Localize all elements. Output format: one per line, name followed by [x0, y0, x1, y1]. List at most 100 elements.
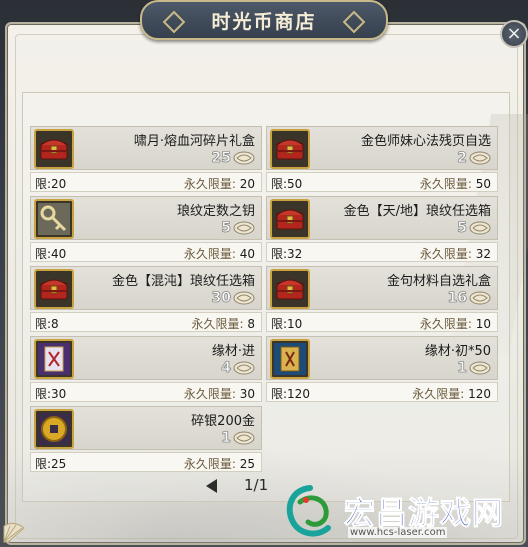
- item-header: 金色【天/地】琅纹任选箱 5: [266, 196, 498, 240]
- key-icon[interactable]: [34, 199, 74, 239]
- red-chest-icon[interactable]: [270, 129, 310, 169]
- time-coin-icon: [469, 220, 491, 236]
- permanent-limit-value: 32: [475, 247, 491, 261]
- item-name: 碎银200金: [191, 414, 255, 429]
- item-permanent-limit: 永久限量: 50: [420, 175, 491, 192]
- item-permanent-limit: 永久限量: 8: [191, 315, 255, 332]
- permanent-limit-value: 40: [239, 247, 255, 261]
- page-title: 时光币商店: [211, 10, 317, 33]
- item-price: 30: [211, 290, 231, 307]
- item-limit: 限:50: [271, 177, 303, 191]
- item-permanent-limit: 永久限量: 10: [420, 315, 491, 332]
- time-coin-icon: [233, 290, 255, 306]
- item-header: 缘材·进 4: [30, 336, 262, 380]
- item-header: 金色师妹心法残页自选 2: [266, 126, 498, 170]
- purple-scroll-icon[interactable]: [34, 339, 74, 379]
- item-limit: 限:40: [35, 247, 67, 261]
- red-chest-icon[interactable]: [270, 269, 310, 309]
- close-button[interactable]: ×: [500, 20, 528, 48]
- time-coin-icon: [233, 360, 255, 376]
- item-limit: 限:25: [35, 457, 67, 471]
- permanent-limit-value: 25: [239, 457, 255, 471]
- blue-scroll-icon[interactable]: [270, 339, 310, 379]
- prev-arrow-icon[interactable]: [206, 479, 217, 493]
- item-header: 缘材·初*50 1: [266, 336, 498, 380]
- permanent-limit-value: 20: [239, 177, 255, 191]
- shop-item-card[interactable]: 金色【混沌】琅纹任选箱 30 限:8 永久限量: 8: [30, 266, 262, 332]
- permanent-limit-label: 永久限量:: [183, 247, 236, 261]
- item-price: 1: [221, 430, 231, 447]
- time-coin-icon: [233, 220, 255, 236]
- shop-item-card[interactable]: 金色【天/地】琅纹任选箱 5 限:32 永久限量: 32: [266, 196, 498, 262]
- item-price: 5: [221, 220, 231, 237]
- item-permanent-limit: 永久限量: 120: [412, 385, 491, 402]
- title-plaque: 时光币商店: [140, 0, 388, 40]
- item-name: 缘材·初*50: [424, 344, 491, 359]
- permanent-limit-value: 50: [475, 177, 491, 191]
- item-price: 1: [457, 360, 467, 377]
- item-limits: 限:32 永久限量: 32: [266, 242, 498, 262]
- time-coin-icon: [233, 150, 255, 166]
- page-indicator: 1/1: [244, 476, 269, 494]
- item-header: 啸月·熔血河碎片礼盒 25: [30, 126, 262, 170]
- permanent-limit-value: 120: [468, 387, 491, 401]
- item-header: 琅纹定数之钥 5: [30, 196, 262, 240]
- item-price: 5: [457, 220, 467, 237]
- item-limits: 限:50 永久限量: 50: [266, 172, 498, 192]
- permanent-limit-label: 永久限量:: [191, 317, 244, 331]
- item-limit: 限:30: [35, 387, 67, 401]
- item-permanent-limit: 永久限量: 40: [184, 245, 255, 262]
- item-name: 啸月·熔血河碎片礼盒: [133, 134, 255, 149]
- gold-coin-icon[interactable]: [34, 409, 74, 449]
- shop-item-card[interactable]: 缘材·进 4 限:30 永久限量: 30: [30, 336, 262, 402]
- shop-item-card[interactable]: 啸月·熔血河碎片礼盒 25 限:20 永久限量: 20: [30, 126, 262, 192]
- item-name: 金句材料自选礼盒: [386, 274, 491, 289]
- permanent-limit-label: 永久限量:: [183, 457, 236, 471]
- shop-item-card[interactable]: 碎银200金 1 限:25 永久限量: 25: [30, 406, 262, 472]
- item-name: 缘材·进: [211, 344, 255, 359]
- time-coin-icon: [469, 290, 491, 306]
- item-header: 碎银200金 1: [30, 406, 262, 450]
- red-chest-icon[interactable]: [34, 129, 74, 169]
- permanent-limit-label: 永久限量:: [412, 387, 465, 401]
- item-name: 金色【天/地】琅纹任选箱: [343, 204, 491, 219]
- item-limit: 限:32: [271, 247, 303, 261]
- red-chest-icon[interactable]: [34, 269, 74, 309]
- shop-item-card[interactable]: 缘材·初*50 1 限:120 永久限量: 120: [266, 336, 498, 402]
- item-price: 2: [457, 150, 467, 167]
- time-coin-icon: [469, 360, 491, 376]
- close-icon: ×: [506, 23, 522, 44]
- item-price: 4: [221, 360, 231, 377]
- item-limits: 限:30 永久限量: 30: [30, 382, 262, 402]
- item-limits: 限:20 永久限量: 20: [30, 172, 262, 192]
- item-name: 金色师妹心法残页自选: [360, 134, 491, 149]
- item-limit: 限:120: [271, 387, 310, 401]
- red-chest-icon[interactable]: [270, 199, 310, 239]
- shop-item-card[interactable]: 琅纹定数之钥 5 限:40 永久限量: 40: [30, 196, 262, 262]
- item-limits: 限:25 永久限量: 25: [30, 452, 262, 472]
- time-coin-icon: [469, 150, 491, 166]
- permanent-limit-value: 30: [239, 387, 255, 401]
- item-permanent-limit: 永久限量: 32: [420, 245, 491, 262]
- permanent-limit-label: 永久限量:: [183, 177, 236, 191]
- watermark-logo-icon: [286, 485, 331, 537]
- item-name: 琅纹定数之钥: [176, 204, 255, 219]
- item-permanent-limit: 永久限量: 25: [184, 455, 255, 472]
- permanent-limit-label: 永久限量:: [183, 387, 236, 401]
- permanent-limit-label: 永久限量:: [419, 247, 472, 261]
- item-permanent-limit: 永久限量: 30: [184, 385, 255, 402]
- permanent-limit-value: 10: [475, 317, 491, 331]
- shop-item-card[interactable]: 金句材料自选礼盒 16 限:10 永久限量: 10: [266, 266, 498, 332]
- item-limits: 限:120 永久限量: 120: [266, 382, 498, 402]
- watermark-url: www.hcs-laser.com: [348, 527, 448, 538]
- item-header: 金句材料自选礼盒 16: [266, 266, 498, 310]
- permanent-limit-value: 8: [247, 317, 255, 331]
- item-permanent-limit: 永久限量: 20: [184, 175, 255, 192]
- item-limits: 限:10 永久限量: 10: [266, 312, 498, 332]
- fan-ornament-icon: [3, 522, 25, 543]
- watermark: 宏昌游戏网 www.hcs-laser.com: [278, 480, 528, 544]
- shop-item-card[interactable]: 金色师妹心法残页自选 2 限:50 永久限量: 50: [266, 126, 498, 192]
- item-limits: 限:8 永久限量: 8: [30, 312, 262, 332]
- item-price: 25: [211, 150, 231, 167]
- permanent-limit-label: 永久限量:: [419, 177, 472, 191]
